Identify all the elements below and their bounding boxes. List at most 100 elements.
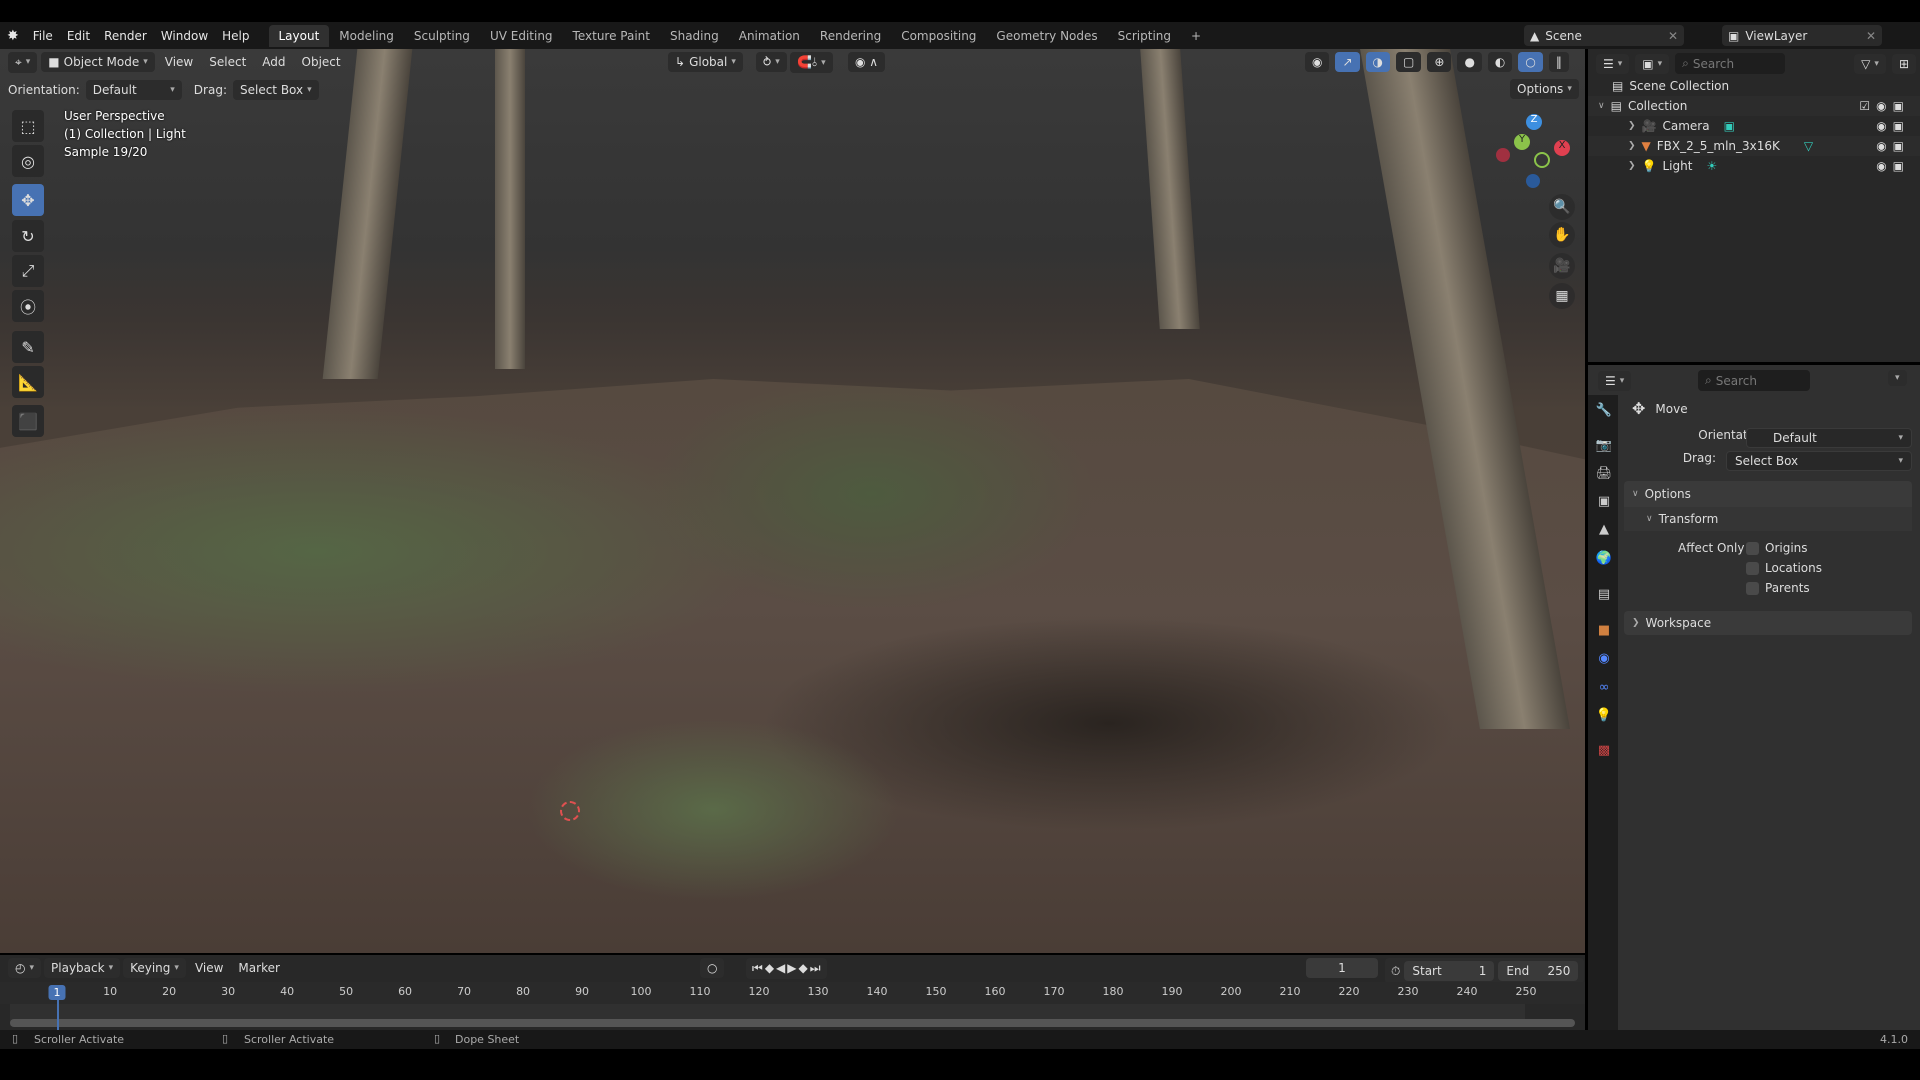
snap-toggle[interactable]: 🧲⫰ ▾	[790, 52, 833, 73]
select-box-tool[interactable]: ⬚	[12, 110, 44, 142]
visibility-toggles[interactable]: ◉▣	[1876, 139, 1910, 153]
wireframe-shading-icon[interactable]: ⊕	[1427, 52, 1452, 72]
pause-icon[interactable]: ‖	[1548, 52, 1569, 72]
tab-shading[interactable]: Shading	[660, 25, 729, 47]
object-data-tab-icon[interactable]: 💡	[1594, 708, 1614, 728]
blender-logo-icon[interactable]: ✸	[0, 28, 26, 44]
jump-start-icon[interactable]: ⏮	[752, 961, 763, 976]
transform-tool[interactable]: ⦿	[12, 290, 44, 322]
light-data-icon[interactable]: ☀	[1706, 159, 1717, 173]
tab-texture-paint[interactable]: Texture Paint	[563, 25, 660, 47]
menu-file[interactable]: File	[26, 29, 60, 43]
menu-render[interactable]: Render	[97, 29, 154, 43]
perspective-grid-icon[interactable]: ▦	[1549, 283, 1575, 309]
camera-view-icon[interactable]: 🎥	[1549, 253, 1575, 279]
outliner-editor-type[interactable]: ☰ ▾	[1596, 53, 1630, 74]
timeline-editor-type[interactable]: ◴ ▾	[8, 958, 42, 978]
visibility-toggles[interactable]: ◉▣	[1876, 159, 1910, 173]
tab-rendering[interactable]: Rendering	[810, 25, 891, 47]
menu-add[interactable]: Add	[256, 52, 291, 72]
measure-tool[interactable]: 📐	[12, 366, 44, 398]
3d-cursor-icon[interactable]	[560, 801, 580, 821]
object-tab-icon[interactable]: ■	[1594, 623, 1614, 643]
output-tab-icon[interactable]: 🖨	[1594, 466, 1614, 486]
outliner-collection[interactable]: ∨ ▤ Collection ☑◉▣	[1588, 96, 1920, 116]
gizmo-neg-z[interactable]	[1526, 174, 1540, 188]
options-dropdown[interactable]: Options ▾	[1510, 79, 1579, 99]
playback-menu[interactable]: Playback ▾	[44, 958, 121, 978]
current-frame-marker[interactable]: 1	[48, 985, 66, 1000]
menu-window[interactable]: Window	[154, 29, 215, 43]
gizmo-x-axis[interactable]: X	[1554, 140, 1570, 156]
scene-tab-icon[interactable]: ▲	[1594, 522, 1614, 542]
menu-view[interactable]: View	[159, 52, 199, 72]
transform-orientation-dropdown[interactable]: ↳ Global ▾	[668, 52, 743, 72]
add-workspace-button[interactable]: +	[1181, 25, 1211, 47]
scene-selector[interactable]: ▲ Scene ✕	[1524, 25, 1684, 46]
play-reverse-icon[interactable]: ◀	[776, 961, 785, 976]
play-icon[interactable]: ▶	[787, 961, 796, 976]
camera-data-icon[interactable]: ▣	[1724, 119, 1735, 133]
rotate-tool[interactable]: ↻	[12, 220, 44, 252]
orientation-dropdown[interactable]: Default ▾	[85, 80, 182, 100]
navigation-gizmo[interactable]: Z Y X	[1496, 110, 1576, 190]
parents-checkbox[interactable]: Parents	[1746, 581, 1810, 595]
outliner-item-light[interactable]: ❯ 💡 Light ☀ ◉▣	[1588, 156, 1920, 176]
display-mode-dropdown[interactable]: ▣ ▾	[1635, 53, 1670, 74]
proportional-edit-toggle[interactable]: ◉ ∧	[848, 52, 886, 72]
visibility-toggles[interactable]: ☑◉▣	[1859, 99, 1910, 113]
close-icon[interactable]: ✕	[1866, 29, 1876, 43]
filter-icon[interactable]: ▽ ▾	[1854, 53, 1886, 74]
gizmo-toggle[interactable]: ↗	[1335, 52, 1360, 72]
options-header[interactable]: ∨ Options	[1624, 481, 1912, 507]
orientation-dropdown[interactable]: Default ▾	[1746, 428, 1912, 448]
pivot-dropdown[interactable]: ⥁ ▾	[756, 52, 787, 72]
origins-checkbox[interactable]: Origins	[1746, 541, 1808, 555]
frame-ruler[interactable]: 1 10 20 30 40 50 60 70 80 90 100 110 120 130 140 150 160…	[0, 982, 1585, 1004]
physics-tab-icon[interactable]: ◉	[1594, 651, 1614, 671]
tab-geometry-nodes[interactable]: Geometry Nodes	[986, 25, 1107, 47]
gizmo-z-axis[interactable]: Z	[1526, 114, 1542, 130]
editor-type-button[interactable]: ⌖ ▾	[8, 51, 38, 73]
gizmo-neg-y[interactable]	[1534, 152, 1550, 168]
move-tool[interactable]: ✥	[12, 184, 44, 216]
properties-editor-type[interactable]: ☰ ▾	[1598, 371, 1632, 391]
render-tab-icon[interactable]: 📷	[1594, 438, 1614, 458]
view-layer-selector[interactable]: ▣ ViewLayer ✕	[1722, 25, 1882, 46]
annotate-tool[interactable]: ✎	[12, 331, 44, 363]
pan-hand-icon[interactable]: ✋	[1549, 222, 1575, 248]
menu-help[interactable]: Help	[215, 29, 256, 43]
mesh-data-icon[interactable]: ▽	[1804, 139, 1813, 153]
tab-uv-editing[interactable]: UV Editing	[480, 25, 563, 47]
tool-tab-icon[interactable]: 🔧	[1594, 403, 1614, 423]
tab-modeling[interactable]: Modeling	[329, 25, 404, 47]
jump-end-icon[interactable]: ⏭	[810, 961, 821, 976]
view-menu[interactable]: View	[189, 958, 229, 978]
timeline-scrollbar[interactable]	[10, 1019, 1575, 1027]
drag-dropdown[interactable]: Select Box ▾	[232, 80, 319, 100]
xray-toggle[interactable]: ▢	[1396, 52, 1422, 72]
drag-dropdown[interactable]: Select Box ▾	[1726, 451, 1912, 471]
collection-tab-icon[interactable]: ▤	[1594, 587, 1614, 607]
gizmo-neg-x[interactable]	[1496, 148, 1510, 162]
tab-animation[interactable]: Animation	[729, 25, 810, 47]
rendered-shading-icon[interactable]: ○	[1518, 52, 1543, 72]
current-frame-field[interactable]: 1	[1306, 958, 1378, 978]
locations-checkbox[interactable]: Locations	[1746, 561, 1822, 575]
outliner-item-camera[interactable]: ❯ 🎥 Camera ▣ ◉▣	[1588, 116, 1920, 136]
tab-sculpting[interactable]: Sculpting	[404, 25, 480, 47]
end-frame-field[interactable]: End 250	[1498, 961, 1579, 981]
marker-menu[interactable]: Marker	[232, 958, 285, 978]
stopwatch-icon[interactable]: ⏱	[1391, 964, 1400, 979]
outliner-scene-collection[interactable]: ▤ Scene Collection	[1588, 76, 1920, 96]
properties-options-dropdown[interactable]: ▾	[1888, 370, 1907, 386]
menu-select[interactable]: Select	[203, 52, 252, 72]
transform-header[interactable]: ∨ Transform	[1624, 507, 1912, 531]
visibility-icon[interactable]: ◉	[1305, 52, 1330, 72]
material-shading-icon[interactable]: ◐	[1487, 52, 1513, 72]
workspace-panel-header[interactable]: ❯ Workspace	[1624, 611, 1912, 635]
constraints-tab-icon[interactable]: ∞	[1594, 680, 1614, 700]
gizmo-y-axis[interactable]: Y	[1514, 134, 1530, 150]
zoom-icon[interactable]: 🔍	[1549, 194, 1575, 220]
tab-scripting[interactable]: Scripting	[1108, 25, 1181, 47]
